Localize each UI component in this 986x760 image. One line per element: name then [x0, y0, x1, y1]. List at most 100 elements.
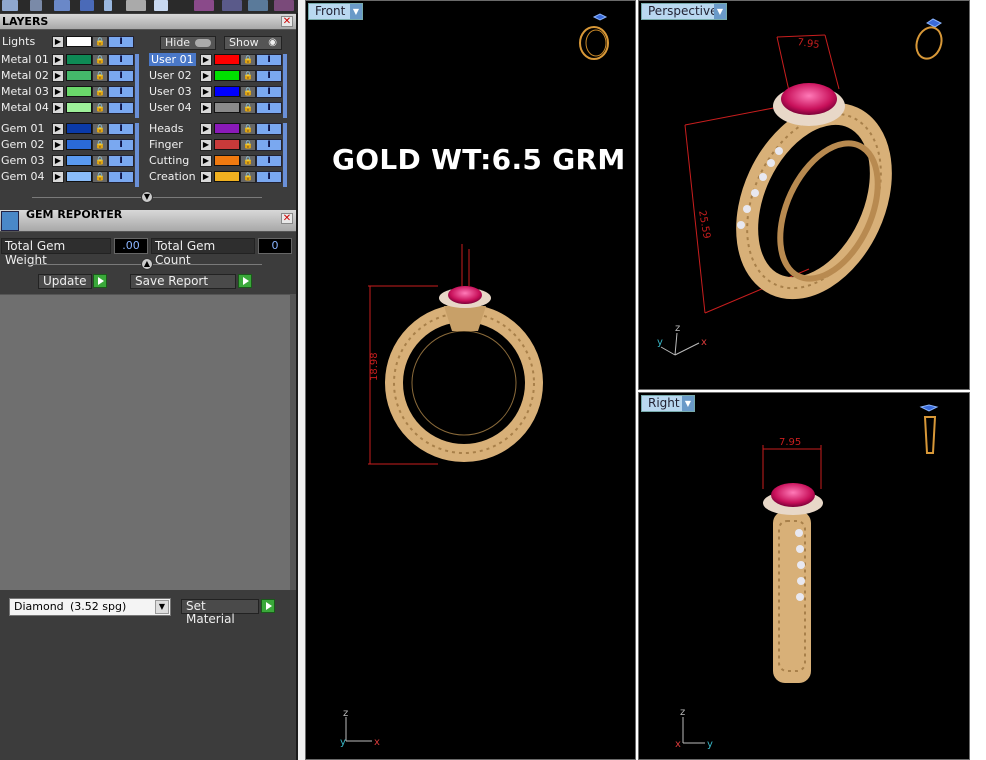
layer-color-swatch[interactable] [214, 86, 240, 97]
layer-select-button[interactable]: ▶ [200, 70, 212, 82]
lights-color-swatch[interactable] [66, 36, 92, 47]
layer-color-swatch[interactable] [214, 102, 240, 113]
layer-lock-icon[interactable]: 🔒 [240, 155, 256, 167]
layer-color-swatch[interactable] [66, 54, 92, 65]
layer-select-button[interactable]: ▶ [200, 54, 212, 66]
layer-visibility-toggle[interactable]: I [256, 70, 282, 82]
show-button[interactable]: Show ◉ [224, 36, 282, 50]
layer-lock-icon[interactable]: 🔒 [92, 86, 108, 98]
gem-reporter-close-icon[interactable]: ✕ [281, 213, 293, 224]
layer-select-button[interactable]: ▶ [52, 70, 64, 82]
pin-icon[interactable] [104, 0, 112, 11]
network-icon[interactable] [126, 0, 146, 11]
layer-visibility-toggle[interactable]: I [256, 102, 282, 114]
layer-select-button[interactable]: ▶ [52, 86, 64, 98]
layer-visibility-toggle[interactable]: I [256, 123, 282, 135]
layer-color-swatch[interactable] [214, 70, 240, 81]
layer-visibility-toggle[interactable]: I [108, 123, 134, 135]
layer-label-creation[interactable]: Creation [149, 170, 196, 183]
layer-visibility-toggle[interactable]: I [108, 102, 134, 114]
layer-lock-icon[interactable]: 🔒 [92, 70, 108, 82]
layer-lock-icon[interactable]: 🔒 [92, 139, 108, 151]
layer-select-button[interactable]: ▶ [200, 102, 212, 114]
lights-lock-icon[interactable]: 🔒 [92, 36, 108, 48]
layer-label-user-01[interactable]: User 01 [149, 53, 196, 66]
set-material-button[interactable]: Set Material [181, 599, 259, 626]
layer-select-button[interactable]: ▶ [52, 171, 64, 183]
tool-icon-1[interactable] [194, 0, 214, 11]
layer-visibility-toggle[interactable]: I [108, 70, 134, 82]
layout-icon[interactable] [30, 0, 42, 11]
layer-label-metal-04[interactable]: Metal 04 [1, 101, 49, 114]
layer-label-gem-03[interactable]: Gem 03 [1, 154, 45, 167]
layer-lock-icon[interactable]: 🔒 [240, 123, 256, 135]
right-viewport[interactable]: Right ▼ 7.95 z x y [638, 392, 970, 760]
layer-lock-icon[interactable]: 🔒 [240, 171, 256, 183]
layer-color-swatch[interactable] [214, 139, 240, 150]
layer-label-heads[interactable]: Heads [149, 122, 184, 135]
layer-lock-icon[interactable]: 🔒 [92, 102, 108, 114]
layer-label-metal-02[interactable]: Metal 02 [1, 69, 49, 82]
layer-color-swatch[interactable] [66, 171, 92, 182]
save-report-button[interactable]: Save Report [130, 274, 236, 289]
window-icon[interactable] [2, 0, 18, 11]
hide-button[interactable]: Hide [160, 36, 216, 50]
gem-collapse-icon[interactable]: ▲ [141, 258, 153, 270]
layer-visibility-toggle[interactable]: I [108, 86, 134, 98]
layer-color-swatch[interactable] [214, 155, 240, 166]
layer-select-button[interactable]: ▶ [200, 171, 212, 183]
layer-visibility-toggle[interactable]: I [256, 139, 282, 151]
layer-select-button[interactable]: ▶ [52, 102, 64, 114]
layer-label-gem-01[interactable]: Gem 01 [1, 122, 45, 135]
perspective-viewport[interactable]: Perspective ▼ 7.95 25.59 z y x [638, 0, 970, 390]
tool-icon-3[interactable] [248, 0, 268, 11]
layer-label-user-03[interactable]: User 03 [149, 85, 192, 98]
layer-visibility-toggle[interactable]: I [108, 155, 134, 167]
tool-icon-4[interactable] [274, 0, 294, 11]
layer-label-metal-03[interactable]: Metal 03 [1, 85, 49, 98]
layer-color-swatch[interactable] [66, 86, 92, 97]
layer-lock-icon[interactable]: 🔒 [92, 54, 108, 66]
layer-color-swatch[interactable] [214, 123, 240, 134]
layer-visibility-toggle[interactable]: I [256, 86, 282, 98]
gem-report-list[interactable] [0, 294, 290, 590]
chevron-down-icon[interactable]: ▼ [155, 600, 169, 614]
save-report-go-icon[interactable] [238, 274, 252, 288]
layer-visibility-toggle[interactable]: I [108, 171, 134, 183]
layer-color-swatch[interactable] [66, 123, 92, 134]
layer-label-finger[interactable]: Finger [149, 138, 183, 151]
layer-lock-icon[interactable]: 🔒 [92, 123, 108, 135]
layer-lock-icon[interactable]: 🔒 [240, 102, 256, 114]
layer-select-button[interactable]: ▶ [200, 86, 212, 98]
panel-icon[interactable] [80, 0, 94, 11]
layer-color-swatch[interactable] [214, 171, 240, 182]
layer-label-gem-02[interactable]: Gem 02 [1, 138, 45, 151]
layer-color-swatch[interactable] [66, 102, 92, 113]
layer-label-user-04[interactable]: User 04 [149, 101, 192, 114]
layer-lock-icon[interactable]: 🔒 [240, 86, 256, 98]
layer-lock-icon[interactable]: 🔒 [240, 70, 256, 82]
layer-visibility-toggle[interactable]: I [108, 54, 134, 66]
lights-select-button[interactable]: ▶ [52, 36, 64, 48]
layer-select-button[interactable]: ▶ [52, 139, 64, 151]
layer-visibility-toggle[interactable]: I [256, 155, 282, 167]
layer-select-button[interactable]: ▶ [52, 54, 64, 66]
layer-lock-icon[interactable]: 🔒 [92, 171, 108, 183]
layer-select-button[interactable]: ▶ [200, 155, 212, 167]
layer-select-button[interactable]: ▶ [200, 139, 212, 151]
panel-separator[interactable] [298, 0, 305, 760]
layers-close-icon[interactable]: ✕ [281, 16, 293, 27]
display-icon[interactable] [154, 0, 168, 11]
layer-lock-icon[interactable]: 🔒 [240, 139, 256, 151]
set-material-go-icon[interactable] [261, 599, 275, 613]
layer-label-metal-01[interactable]: Metal 01 [1, 53, 49, 66]
layer-label-gem-04[interactable]: Gem 04 [1, 170, 45, 183]
layers-collapse-icon[interactable]: ▼ [141, 191, 153, 203]
update-go-icon[interactable] [93, 274, 107, 288]
layer-label-cutting[interactable]: Cutting [149, 154, 189, 167]
layer-lock-icon[interactable]: 🔒 [240, 54, 256, 66]
layer-color-swatch[interactable] [66, 155, 92, 166]
front-viewport[interactable]: Front ▼ GOLD WT:6.5 GRM 18.98 z y x [305, 0, 636, 760]
update-button[interactable]: Update [38, 274, 92, 289]
layer-select-button[interactable]: ▶ [52, 155, 64, 167]
